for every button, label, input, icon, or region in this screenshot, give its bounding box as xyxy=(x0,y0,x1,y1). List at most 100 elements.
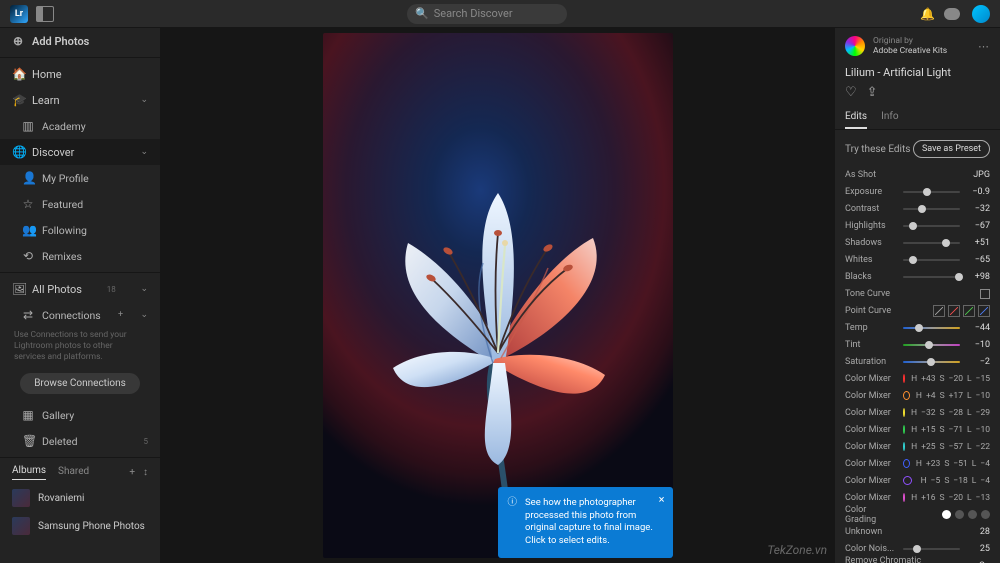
search-input[interactable]: 🔍 Search Discover xyxy=(407,4,567,24)
slider-knob[interactable] xyxy=(909,222,917,230)
slider-track[interactable] xyxy=(903,361,960,363)
sidebar-item-discover[interactable]: 🌐 Discover ⌄ xyxy=(0,139,160,165)
curve-green-icon[interactable] xyxy=(963,305,975,317)
watermark: TekZone.vn xyxy=(767,543,827,557)
color-mixer-row[interactable]: Color Mixer H−5S−18L−4 xyxy=(835,472,1000,489)
slider-track[interactable] xyxy=(903,208,960,210)
user-avatar[interactable] xyxy=(972,5,990,23)
mixer-values: H−32S−28L−29 xyxy=(911,408,990,418)
color-mixer-row[interactable]: Color Mixer H+15S−71L−10 xyxy=(835,421,1000,438)
sidebar-item-all-photos[interactable]: 🖼 All Photos 18 ⌄ xyxy=(0,276,160,302)
sidebar-item-connections[interactable]: ⇄ Connections + ⌄ xyxy=(0,302,160,328)
tab-albums[interactable]: Albums xyxy=(12,465,46,480)
photo-viewer[interactable]: ⓘ See how the photographer processed thi… xyxy=(160,28,835,563)
edit-row-whites[interactable]: Whites −65 xyxy=(835,251,1000,268)
edit-row-chromatic[interactable]: Remove Chromatic Aberration On xyxy=(835,557,1000,563)
bell-icon[interactable]: 🔔 xyxy=(920,7,932,21)
tab-info[interactable]: Info xyxy=(881,108,898,129)
sort-button[interactable]: ↕ xyxy=(143,467,148,478)
slider-track[interactable] xyxy=(903,344,960,346)
color-mixer-row[interactable]: Color Mixer H+43S−20L−15 xyxy=(835,370,1000,387)
album-item[interactable]: Samsung Phone Photos xyxy=(0,512,160,540)
edit-row-temp[interactable]: Temp −44 xyxy=(835,319,1000,336)
close-icon[interactable]: × xyxy=(659,493,665,508)
color-mixer-row[interactable]: Color Mixer H+4S+17L−10 xyxy=(835,387,1000,404)
plus-icon[interactable]: + xyxy=(118,310,123,320)
more-icon[interactable]: ⋯ xyxy=(978,40,990,53)
tab-shared[interactable]: Shared xyxy=(58,466,89,480)
grading-dot[interactable] xyxy=(968,510,977,519)
slider-knob[interactable] xyxy=(923,188,931,196)
sidebar-item-learn[interactable]: 🎓 Learn ⌄ xyxy=(0,87,160,113)
add-album-button[interactable]: + xyxy=(129,467,135,478)
color-mixer-row[interactable]: Color Mixer H+23S−51L−4 xyxy=(835,455,1000,472)
edit-row-highlights[interactable]: Highlights −67 xyxy=(835,217,1000,234)
point-curve-label: Point Curve xyxy=(845,306,897,316)
sidebar-item-gallery[interactable]: ▦ Gallery xyxy=(0,402,160,428)
app-logo[interactable]: Lr xyxy=(10,5,28,23)
curve-red-icon[interactable] xyxy=(948,305,960,317)
slider-track[interactable] xyxy=(903,276,960,278)
slider-knob[interactable] xyxy=(955,273,963,281)
slider-track[interactable] xyxy=(903,191,960,193)
share-icon[interactable]: ⇪ xyxy=(867,85,878,100)
info-icon: ⓘ xyxy=(508,497,518,548)
sidebar-item-home[interactable]: 🏠 Home xyxy=(0,61,160,87)
cloud-sync-icon[interactable] xyxy=(944,8,960,20)
browse-connections-button[interactable]: Browse Connections xyxy=(20,373,140,394)
slider-knob[interactable] xyxy=(918,205,926,213)
slider-track[interactable] xyxy=(903,225,960,227)
edit-row-tint[interactable]: Tint −10 xyxy=(835,336,1000,353)
tab-edits[interactable]: Edits xyxy=(845,108,867,129)
album-item[interactable]: Rovaniemi xyxy=(0,484,160,512)
edit-row-contrast[interactable]: Contrast −32 xyxy=(835,200,1000,217)
edit-row-point-curve[interactable]: Point Curve xyxy=(835,302,1000,319)
color-mixer-row[interactable]: Color Mixer H−32S−28L−29 xyxy=(835,404,1000,421)
curve-channel-icons xyxy=(933,305,990,317)
slider-knob[interactable] xyxy=(942,239,950,247)
connections-icon: ⇄ xyxy=(22,308,34,322)
slider-knob[interactable] xyxy=(913,545,921,553)
save-preset-button[interactable]: Save as Preset xyxy=(913,140,990,158)
edit-row-color-grading[interactable]: Color Grading xyxy=(835,506,1000,523)
sidebar-item-featured[interactable]: ☆ Featured xyxy=(0,191,160,217)
slider-knob[interactable] xyxy=(915,324,923,332)
slider-track[interactable] xyxy=(903,242,960,244)
edit-row-unknown[interactable]: Unknown 28 xyxy=(835,523,1000,540)
grading-dot[interactable] xyxy=(942,510,951,519)
color-mixer-row[interactable]: Color Mixer H+16S−20L−13 xyxy=(835,489,1000,506)
photo-preview: ⓘ See how the photographer processed thi… xyxy=(323,33,673,558)
edit-row-color-noise[interactable]: Color Nois... 25 xyxy=(835,540,1000,557)
edit-row-exposure[interactable]: Exposure −0.9 xyxy=(835,183,1000,200)
sidebar-item-my-profile[interactable]: 👤 My Profile xyxy=(0,165,160,191)
add-photos-button[interactable]: ⊕ Add Photos xyxy=(0,28,160,54)
slider-track[interactable] xyxy=(903,259,960,261)
sidebar-item-academy[interactable]: ▥ Academy xyxy=(0,113,160,139)
author-avatar[interactable] xyxy=(845,36,865,56)
author-header: Original by Adobe Creative Kits ⋯ xyxy=(835,28,1000,64)
grading-dot[interactable] xyxy=(955,510,964,519)
slider-track[interactable] xyxy=(903,548,960,550)
slider-knob[interactable] xyxy=(927,358,935,366)
view-toggle-button[interactable] xyxy=(36,6,54,22)
curve-rgb-icon[interactable] xyxy=(933,305,945,317)
author-name[interactable]: Adobe Creative Kits xyxy=(873,46,947,56)
topbar-left: Lr xyxy=(10,5,54,23)
grading-dot[interactable] xyxy=(981,510,990,519)
sidebar-item-following[interactable]: 👥 Following xyxy=(0,217,160,243)
album-label: Samsung Phone Photos xyxy=(38,521,145,532)
edit-row-tone-curve[interactable]: Tone Curve xyxy=(835,285,1000,302)
heart-icon[interactable]: ♡ xyxy=(845,85,857,100)
slider-knob[interactable] xyxy=(909,256,917,264)
color-mixer-row[interactable]: Color Mixer H+25S−57L−22 xyxy=(835,438,1000,455)
slider-track[interactable] xyxy=(903,327,960,329)
color-dot xyxy=(903,391,910,400)
edit-row-as-shot[interactable]: As Shot JPG xyxy=(835,166,1000,183)
curve-blue-icon[interactable] xyxy=(978,305,990,317)
edit-row-saturation[interactable]: Saturation −2 xyxy=(835,353,1000,370)
sidebar-item-remixes[interactable]: ⟲ Remixes xyxy=(0,243,160,269)
edit-row-shadows[interactable]: Shadows +51 xyxy=(835,234,1000,251)
sidebar-item-deleted[interactable]: 🗑 Deleted 5 xyxy=(0,428,160,454)
edit-row-blacks[interactable]: Blacks +98 xyxy=(835,268,1000,285)
slider-knob[interactable] xyxy=(925,341,933,349)
